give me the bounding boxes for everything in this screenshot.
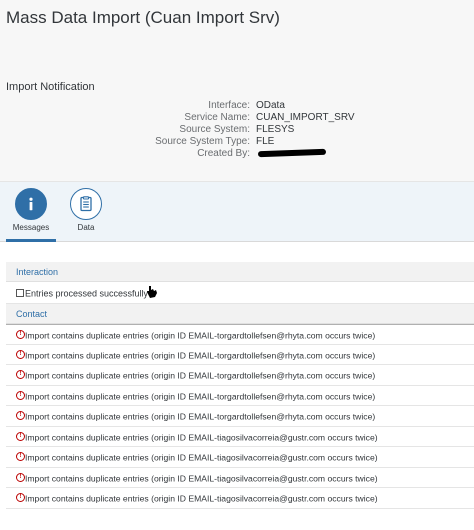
attribute-label: Service Name: [184,112,250,123]
list-item-error[interactable]: ! Import contains duplicate entries (orig… [6,386,474,406]
tab-data-circle[interactable] [70,188,102,220]
attribute-created-by: Created By: [100,148,400,160]
message-text: Import contains duplicate entries (origi… [25,411,376,422]
tab-messages[interactable]: Messages [6,188,56,232]
list-item-success[interactable]: Entries processed successfully [6,282,474,304]
list-item-error[interactable]: ! Import contains duplicate entries (orig… [6,324,474,345]
document-icon [80,196,92,212]
attribute-service-name: Service Name: CUAN_IMPORT_SRV [100,112,400,124]
message-text: Import contains duplicate entries (origi… [25,391,376,402]
message-text: Entries processed successfully [25,288,149,299]
attribute-value: FLE [256,136,275,147]
error-icon: ! [16,472,25,482]
attribute-interface: Interface: OData [100,100,400,112]
attribute-label: Source System Type: [155,136,250,147]
message-text: Import contains duplicate entries (origi… [25,432,378,443]
error-icon: ! [16,370,25,380]
tab-selected-indicator [6,239,56,242]
list-item-error[interactable]: ! Import contains duplicate entries (orig… [6,365,474,386]
attribute-source-system-type: Source System Type: FLE [100,136,400,148]
list-item-error[interactable]: ! Import contains duplicate entries (orig… [6,447,474,468]
error-icon: ! [16,349,25,359]
message-text: Import contains duplicate entries (origi… [25,473,378,484]
attribute-value: CUAN_IMPORT_SRV [256,112,355,123]
attribute-value: OData [256,100,285,111]
redaction-mark [257,149,327,158]
info-icon [29,197,33,211]
error-icon: ! [16,431,25,441]
message-text: Import contains duplicate entries (origi… [25,370,376,381]
object-header: Mass Data Import (Cuan Import Srv) Impor… [0,0,474,182]
message-list: Interaction Entries processed successful… [6,262,474,509]
attribute-source-system: Source System: FLESYS [100,124,400,136]
app-title: Mass Data Import (Cuan Import Srv) [6,8,280,27]
message-text: Import contains duplicate entries (origi… [25,493,378,504]
list-item-error[interactable]: ! Import contains duplicate entries (orig… [6,468,474,488]
list-item-error[interactable]: ! Import contains duplicate entries (orig… [6,406,474,427]
tab-messages-label: Messages [12,223,50,232]
attribute-value-redacted [256,148,327,160]
group-header-contact: Contact [6,304,474,324]
attribute-value: FLESYS [256,124,295,135]
page-subtitle: Import Notification [6,81,95,93]
list-item-error[interactable]: ! Import contains duplicate entries (orig… [6,345,474,365]
message-text: Import contains duplicate entries (origi… [25,330,376,341]
message-icon [16,288,24,297]
list-item-error[interactable]: ! Import contains duplicate entries (orig… [6,427,474,447]
message-text: Import contains duplicate entries (origi… [25,350,376,361]
error-icon: ! [16,493,25,503]
error-icon: ! [16,390,25,400]
list-item-error[interactable]: ! Import contains duplicate entries (orig… [6,488,474,509]
tab-messages-circle[interactable] [15,188,47,220]
group-header-interaction: Interaction [6,262,474,282]
attribute-label: Interface: [208,100,250,111]
icon-tab-bar: Messages Data [0,182,474,242]
error-icon: ! [16,330,25,340]
mouse-cursor-icon [147,286,157,298]
tab-data[interactable]: Data [61,188,111,232]
message-text: Import contains duplicate entries (origi… [25,452,378,463]
error-icon: ! [16,411,25,421]
attribute-label: Created By: [197,148,250,159]
attribute-list: Interface: OData Service Name: CUAN_IMPO… [100,100,400,160]
error-icon: ! [16,452,25,462]
tab-data-label: Data [77,223,95,232]
attribute-label: Source System: [179,124,250,135]
